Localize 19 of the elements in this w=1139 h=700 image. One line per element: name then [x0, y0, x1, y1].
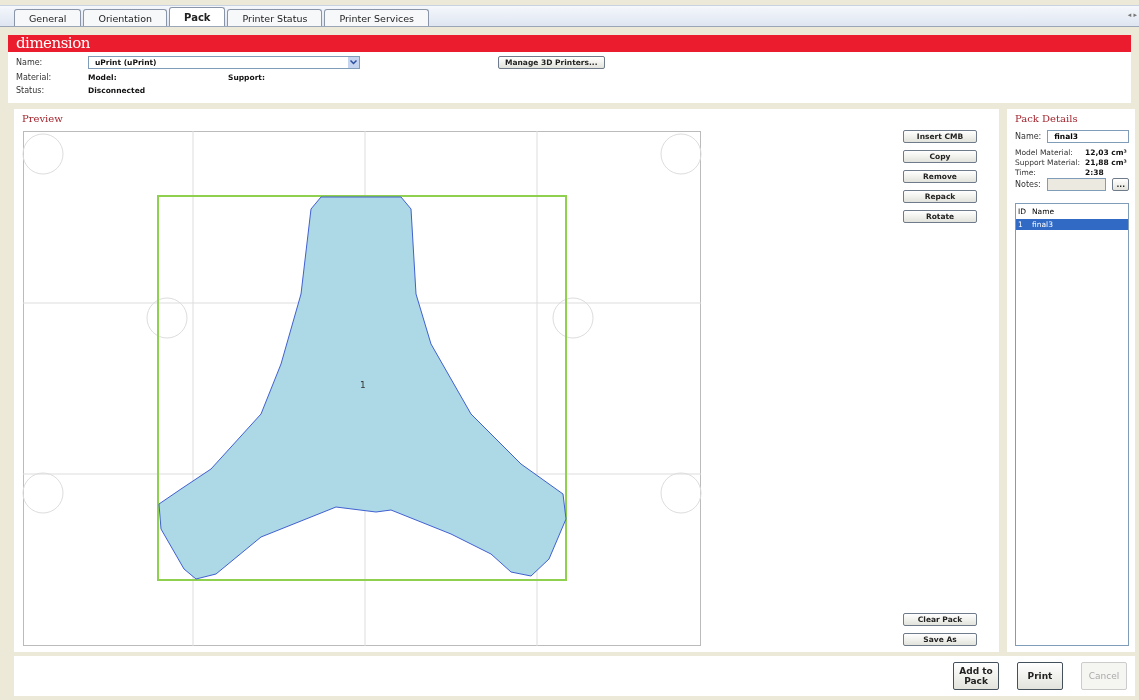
tab[interactable]: Orientation: [83, 9, 168, 26]
field-label: Name:: [1015, 132, 1042, 141]
footer-button[interactable]: Add to Pack: [953, 662, 999, 690]
field-label: Material:: [16, 73, 53, 82]
part-label: 1: [360, 380, 366, 390]
panel-title: Preview: [22, 113, 64, 124]
brand-logo: dimension: [8, 35, 1131, 52]
field-label: Name:: [16, 58, 44, 67]
tab[interactable]: Printer Services: [324, 9, 430, 26]
field-label: Notes:: [1015, 180, 1041, 189]
tab[interactable]: Printer Status: [227, 9, 323, 26]
panel-title: Pack Details: [1015, 113, 1079, 124]
chevron-down-icon: [348, 57, 359, 68]
field-label: Status:: [16, 86, 46, 95]
tab[interactable]: General: [14, 9, 82, 26]
notes-field[interactable]: [1046, 178, 1107, 191]
plate-layout-drawing[interactable]: [22, 130, 702, 647]
tab[interactable]: Pack: [169, 7, 226, 26]
footer-button[interactable]: Print: [1017, 662, 1063, 690]
